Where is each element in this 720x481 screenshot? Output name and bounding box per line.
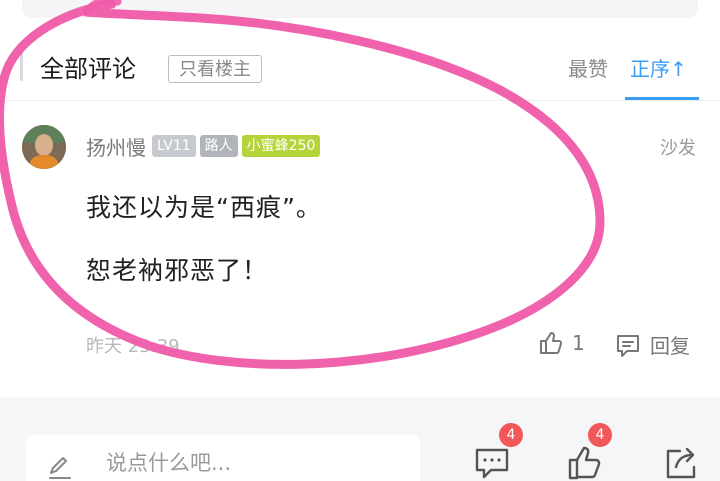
thumb-up-icon	[568, 446, 601, 480]
role-badge: 路人	[199, 135, 238, 157]
likes-count-badge: 4	[588, 423, 612, 447]
share-icon	[666, 447, 696, 479]
username[interactable]: 扬州慢	[86, 132, 146, 161]
sort-order-tab[interactable]: 正序↑	[630, 55, 687, 83]
share-button[interactable]	[660, 443, 700, 481]
comment-page: 全部评论 只看楼主 最赞 正序↑ 扬州慢 LV11 路人 小蜜蜂250 沙发 我…	[0, 0, 720, 481]
comments-header: 全部评论 只看楼主 最赞 正序↑	[0, 40, 720, 100]
comment-input[interactable]: 说点什么吧...	[26, 435, 420, 481]
comment-bubble-icon	[475, 448, 509, 479]
comment-meta-row: 昨天 23:39 1 回复	[86, 330, 698, 362]
comments-button[interactable]: 4	[472, 423, 523, 481]
previous-card-edge	[22, 0, 698, 18]
like-button[interactable]: 1	[538, 330, 585, 356]
reply-button[interactable]: 回复	[614, 330, 690, 359]
avatar[interactable]	[22, 125, 66, 169]
input-placeholder: 说点什么吧...	[106, 451, 232, 475]
section-title: 全部评论	[40, 55, 136, 83]
bottom-action-bar: 说点什么吧... 4 4	[0, 419, 720, 481]
comment-time: 昨天 23:39	[86, 336, 180, 357]
thumb-up-icon	[540, 332, 563, 354]
section-divider	[0, 100, 720, 101]
bottom-separator	[0, 397, 720, 419]
section-accent-bar	[20, 53, 23, 81]
bee-badge: 小蜜蜂250	[241, 135, 321, 157]
op-only-button[interactable]: 只看楼主	[168, 55, 262, 83]
likes-button[interactable]: 4	[566, 423, 612, 481]
comment-text-line-1: 我还以为是“西痕”。	[86, 193, 322, 222]
level-badge: LV11	[152, 135, 196, 157]
pencil-icon	[49, 457, 71, 479]
reply-bubble-icon	[617, 334, 639, 357]
like-count: 1	[572, 331, 585, 355]
comment-text-line-2: 恕老衲邪恶了！	[86, 256, 269, 285]
user-info-row: 扬州慢 LV11 路人 小蜜蜂250	[86, 132, 324, 160]
reply-label: 回复	[650, 334, 690, 358]
comments-count-badge: 4	[499, 423, 523, 447]
sort-hot-tab[interactable]: 最赞	[568, 55, 608, 83]
comment-item: 扬州慢 LV11 路人 小蜜蜂250 沙发 我还以为是“西痕”。 恕老衲邪恶了！…	[0, 110, 720, 390]
floor-label: 沙发	[660, 138, 696, 159]
